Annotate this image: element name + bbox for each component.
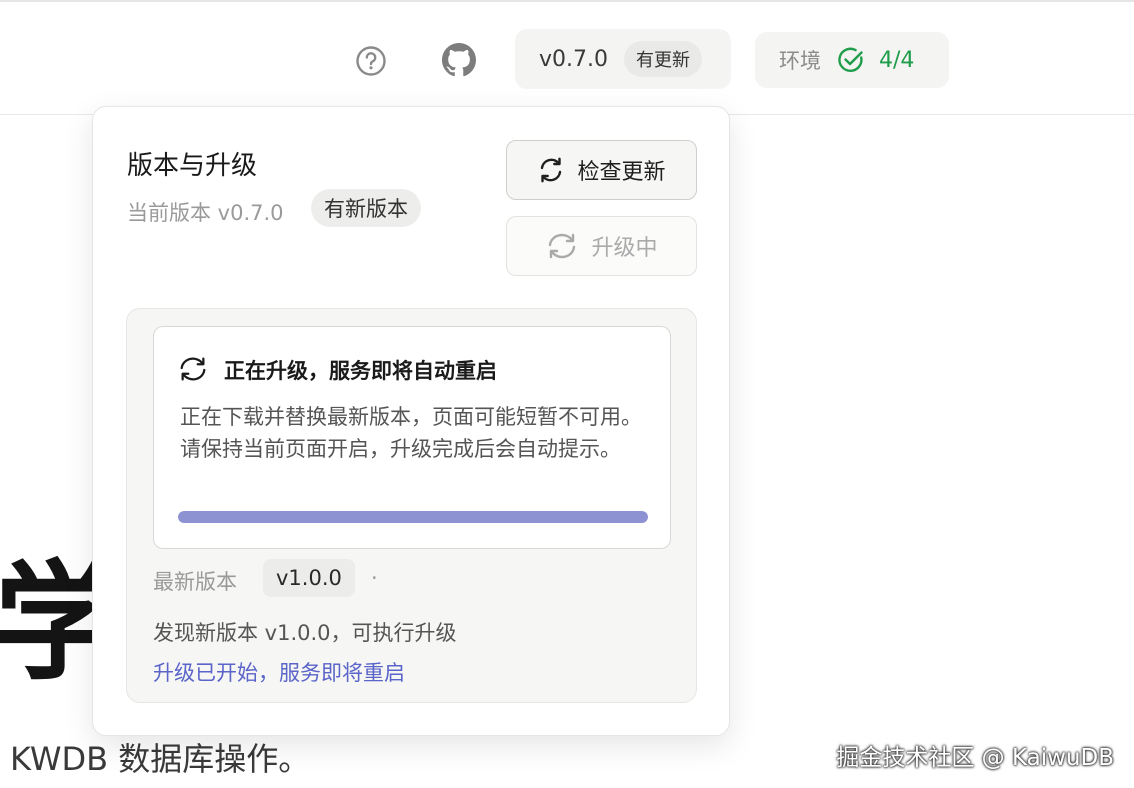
version-menu-button[interactable]: v0.7.0 有更新	[515, 29, 731, 89]
popover-title: 版本与升级	[127, 151, 258, 181]
upgrade-notice-card: 正在升级，服务即将自动重启 正在下载并替换最新版本，页面可能短暂不可用。请保持当…	[153, 326, 671, 549]
env-count: 4/4	[879, 47, 915, 73]
top-header: v0.7.0 有更新 环境 4/4	[0, 2, 1134, 115]
check-circle-icon	[837, 46, 865, 74]
sync-icon	[177, 355, 209, 383]
found-new-version-text: 发现新版本 v1.0.0，可执行升级	[153, 621, 457, 645]
upgrading-label: 升级中	[591, 236, 658, 261]
update-badge: 有更新	[624, 41, 702, 77]
latest-version-badge: v1.0.0	[263, 559, 355, 597]
notice-body: 正在下载并替换最新版本，页面可能短暂不可用。请保持当前页面开启，升级完成后会自动…	[180, 405, 642, 461]
check-update-label: 检查更新	[577, 160, 666, 185]
progress-fill	[178, 511, 648, 523]
separator-dot: ·	[371, 566, 378, 590]
upgrade-status-panel: 正在升级，服务即将自动重启 正在下载并替换最新版本，页面可能短暂不可用。请保持当…	[126, 308, 697, 703]
environment-status-button[interactable]: 环境 4/4	[755, 32, 949, 88]
watermark: 掘金技术社区 @ KaiwuDB	[836, 745, 1114, 771]
page-subtitle: KWDB 数据库操作。	[10, 740, 311, 778]
refresh-icon	[541, 157, 562, 183]
help-circle-icon[interactable]	[354, 44, 388, 78]
current-version-text: 当前版本 v0.7.0	[127, 201, 284, 225]
upgrading-button[interactable]: 升级中	[506, 216, 697, 276]
notice-title: 正在升级，服务即将自动重启	[224, 359, 497, 383]
github-icon[interactable]	[442, 43, 476, 77]
version-text: v0.7.0	[539, 46, 608, 72]
env-label: 环境	[779, 49, 821, 73]
version-upgrade-popover: 版本与升级 当前版本 v0.7.0 有新版本 检查更新 升级中 正在升级，服务即…	[92, 106, 730, 736]
upgrade-progress-bar	[178, 511, 648, 523]
sync-icon	[549, 233, 576, 259]
upgrade-started-text: 升级已开始，服务即将重启	[153, 661, 405, 685]
latest-version-label: 最新版本	[153, 570, 237, 594]
new-version-badge: 有新版本	[311, 189, 421, 227]
check-update-button[interactable]: 检查更新	[506, 140, 697, 200]
